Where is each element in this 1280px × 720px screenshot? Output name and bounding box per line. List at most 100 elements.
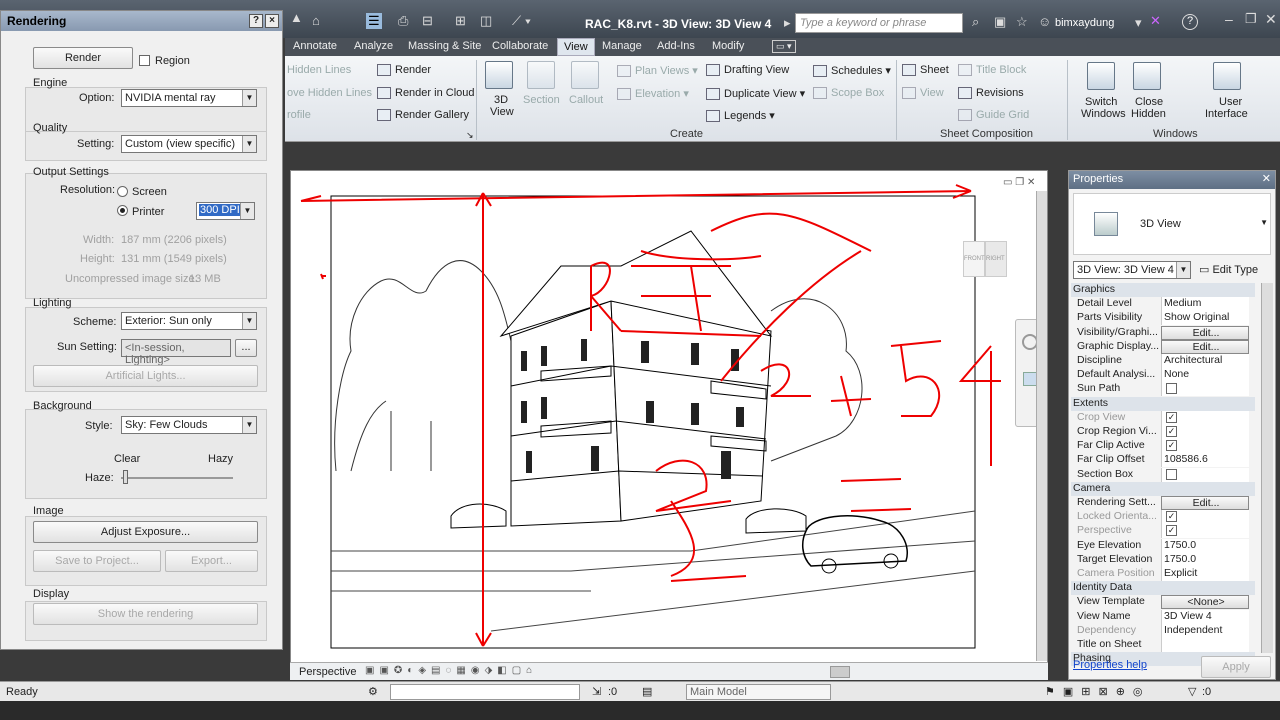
adjust-exposure-button[interactable]: Adjust Exposure... (33, 521, 258, 543)
workset-select[interactable] (390, 684, 580, 700)
tab-annotate[interactable]: Annotate (293, 40, 337, 52)
3d-view-label-2[interactable]: View (490, 106, 514, 118)
property-row-parts-vis[interactable]: Parts Visibility Show Original (1073, 311, 1251, 326)
section-camera[interactable]: Camera (1071, 481, 1255, 496)
restore-icon[interactable]: ❐ (1245, 11, 1257, 27)
sun-setting-button[interactable]: ... (235, 339, 257, 357)
help-icon[interactable]: ? (1182, 14, 1198, 30)
section-extents[interactable]: Extents (1071, 396, 1255, 411)
property-checkbox[interactable]: ✓ (1166, 411, 1177, 423)
filter-icon[interactable]: ▽ (1188, 685, 1196, 698)
type-selector[interactable]: 3D View ▼ (1073, 193, 1271, 255)
design-options-icon[interactable]: ▤ (642, 685, 652, 698)
user-name[interactable]: bimxaydung (1055, 17, 1114, 29)
property-checkbox[interactable]: ✓ (1166, 511, 1177, 523)
haze-slider-thumb[interactable] (123, 470, 129, 484)
3d-view-canvas[interactable]: FRONT RIGHT ▭ ❐ ✕ (290, 170, 1048, 664)
3d-view-icon[interactable] (485, 61, 513, 89)
property-value[interactable] (1161, 638, 1249, 652)
app-menu-icon[interactable]: ▲ (290, 10, 303, 25)
property-checkbox[interactable]: ✓ (1166, 440, 1177, 452)
switch-label[interactable]: Switch (1085, 96, 1117, 108)
render-dialog-button[interactable]: Render (33, 47, 133, 69)
thin-lines-icon[interactable]: ☰ (366, 13, 382, 29)
print-icon[interactable]: ⎙ (398, 13, 408, 29)
duplicate-view-button[interactable]: Duplicate View ▾ (706, 87, 805, 101)
property-row-dependency[interactable]: Dependency Independent (1073, 623, 1251, 638)
subscription-icon[interactable]: ▣ (994, 14, 1006, 30)
measure-icon[interactable]: ⊟ (422, 13, 433, 29)
property-value[interactable]: 3D View 4 (1161, 609, 1249, 624)
search-input[interactable]: Type a keyword or phrase (795, 13, 963, 33)
property-row-far-offset[interactable]: Far Clip Offset 108586.6 (1073, 453, 1251, 468)
haze-slider-track[interactable] (121, 477, 233, 479)
drafting-view-button[interactable]: Drafting View (706, 64, 789, 77)
view-control-icons[interactable]: ▣▣✪◐◈▤◌▦◉⬗◧▢⌂ (365, 665, 537, 676)
property-row-view-name[interactable]: View Name 3D View 4 (1073, 609, 1251, 624)
property-value[interactable] (1161, 382, 1249, 397)
background-style-select[interactable]: Sky: Few Clouds ▼ (121, 416, 257, 434)
view-window-controls[interactable]: ▭ ❐ ✕ (1003, 177, 1035, 188)
user-interface-icon[interactable] (1213, 62, 1241, 90)
callout-button[interactable]: Callout (569, 94, 603, 106)
property-row-detail-level[interactable]: Detail Level Medium (1073, 297, 1251, 312)
instance-selector[interactable]: 3D View: 3D View 4 ▼ (1073, 261, 1191, 279)
favorites-icon[interactable]: ☆ (1016, 14, 1028, 30)
property-row-eye-elev[interactable]: Eye Elevation 1750.0 (1073, 538, 1251, 553)
property-value[interactable]: 108586.6 (1161, 453, 1249, 468)
property-row-cam-pos[interactable]: Camera Position Explicit (1073, 567, 1251, 581)
view-cube-right[interactable]: RIGHT (985, 241, 1007, 277)
graphics-panel-launcher-icon[interactable]: ↘ (466, 130, 474, 141)
callout-icon[interactable] (571, 61, 599, 89)
property-value[interactable]: Explicit (1161, 567, 1249, 581)
save-to-project-button[interactable]: Save to Project... (33, 550, 161, 572)
selection-filter-icons[interactable]: ⚑▣⊞⊠⊕◎ (1045, 685, 1151, 698)
scheme-select[interactable]: Exterior: Sun only ▼ (121, 312, 257, 330)
switch-windows-icon[interactable] (1087, 62, 1115, 90)
render-gallery-button[interactable]: Render Gallery (377, 109, 469, 122)
property-value[interactable]: ✓ (1161, 510, 1249, 525)
properties-help-link[interactable]: Properties help (1073, 659, 1147, 671)
property-value[interactable]: ✓ (1161, 425, 1249, 439)
editable-icon[interactable]: ⇲ (592, 685, 601, 698)
close-app-icon[interactable]: ✕ (1265, 11, 1277, 28)
hidden-lines-button[interactable]: Hidden Lines (287, 64, 351, 76)
property-value[interactable]: ✓ (1161, 410, 1249, 425)
schedules-button[interactable]: Schedules ▾ (813, 64, 891, 78)
render-button[interactable]: Render (377, 64, 431, 77)
property-checkbox[interactable]: ✓ (1166, 426, 1177, 437)
quality-select[interactable]: Custom (view specific) ▼ (121, 135, 257, 153)
property-row-sun-path[interactable]: Sun Path (1073, 382, 1251, 397)
close-hidden-icon[interactable] (1133, 62, 1161, 90)
switch-label-2[interactable]: Windows (1081, 108, 1126, 120)
properties-close-icon[interactable]: ✕ (1262, 172, 1271, 185)
engine-select[interactable]: NVIDIA mental ray ▼ (121, 89, 257, 107)
legends-button[interactable]: Legends ▾ (706, 109, 775, 123)
printer-radio[interactable] (117, 205, 128, 216)
quick-access-dropdown-icon[interactable]: ⟋ ▾ (512, 13, 531, 29)
property-value[interactable]: 1750.0 (1161, 538, 1249, 553)
3d-view-label[interactable]: 3D (494, 94, 508, 106)
minimize-icon[interactable]: – (1225, 11, 1233, 27)
property-value[interactable]: 1750.0 (1161, 552, 1249, 567)
revisions-button[interactable]: Revisions (958, 87, 1024, 100)
property-row-far-clip[interactable]: Far Clip Active ✓ (1073, 439, 1251, 454)
design-option-select[interactable]: Main Model (686, 684, 831, 700)
apply-button[interactable]: Apply (1201, 656, 1271, 678)
property-row-discipline[interactable]: Discipline Architectural (1073, 354, 1251, 368)
screen-radio[interactable] (117, 186, 128, 197)
properties-scrollbar[interactable] (1261, 283, 1273, 653)
property-value[interactable]: Independent (1161, 623, 1249, 638)
binoculars-icon[interactable]: ⌕ (972, 14, 979, 30)
property-row-perspective[interactable]: Perspective ✓ (1073, 524, 1251, 539)
tab-analyze[interactable]: Analyze (354, 40, 393, 52)
tab-collaborate[interactable]: Collaborate (492, 40, 548, 52)
property-value[interactable]: Medium (1161, 297, 1249, 312)
property-row-section-box[interactable]: Section Box (1073, 467, 1251, 482)
section-button[interactable]: Section (523, 94, 560, 106)
view-cube[interactable]: FRONT RIGHT (963, 241, 1008, 283)
property-value[interactable]: Edit... (1161, 325, 1249, 340)
property-value[interactable]: Edit... (1161, 339, 1249, 354)
ui-label-2[interactable]: Interface (1205, 108, 1248, 120)
title-block-button[interactable]: Title Block (958, 64, 1026, 77)
